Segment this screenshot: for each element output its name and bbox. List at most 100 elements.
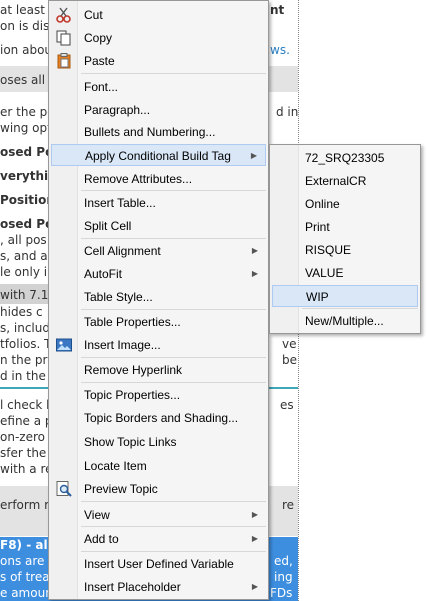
- submenu-arrow-icon: ▶: [251, 534, 258, 543]
- menu-item-copy[interactable]: Copy: [51, 27, 266, 49]
- menu-item-preview-topic[interactable]: Preview Topic: [51, 478, 266, 500]
- submenu-item-label: WIP: [306, 290, 329, 304]
- menu-item-label: Topic Properties...: [84, 388, 181, 402]
- submenu-item-print[interactable]: Print: [272, 216, 418, 238]
- menu-separator: [81, 551, 266, 552]
- submenu-item-wip[interactable]: WIP: [272, 285, 418, 307]
- menu-item-locate-item[interactable]: Locate Item: [51, 455, 266, 477]
- submenu-arrow-icon: ▶: [251, 246, 258, 255]
- menu-item-label: Bullets and Numbering...: [84, 125, 216, 139]
- menu-item-insert-placeholder[interactable]: Insert Placeholder ▶: [51, 576, 266, 598]
- doc-fragment: es: [280, 398, 294, 412]
- doc-fragment: ve: [282, 337, 297, 351]
- menu-separator: [81, 73, 266, 74]
- doc-line: wing opti: [0, 121, 56, 135]
- doc-line: er the po: [0, 105, 55, 119]
- image-icon: [55, 336, 73, 354]
- doc-line: tfolios. T: [0, 337, 52, 351]
- submenu-item-online[interactable]: Online: [272, 193, 418, 215]
- menu-item-label: Split Cell: [84, 219, 132, 233]
- menu-item-autofit[interactable]: AutoFit ▶: [51, 263, 266, 285]
- submenu-arrow-icon: ▶: [251, 510, 258, 519]
- menu-item-bullets-and-numbering[interactable]: Bullets and Numbering...: [51, 121, 266, 143]
- doc-line: , all pos: [0, 233, 47, 247]
- context-menu: Cut Copy Paste Font... Paragraph... Bull…: [48, 0, 269, 600]
- doc-fragment: FDs: [270, 586, 293, 600]
- menu-item-label: Paragraph...: [84, 103, 151, 117]
- submenu-item-risque[interactable]: RISQUE: [272, 239, 418, 261]
- menu-item-label: Copy: [84, 31, 113, 45]
- doc-line: hides c: [0, 305, 43, 319]
- doc-line: s, includi: [0, 321, 54, 335]
- submenu-arrow-icon: ▶: [250, 151, 257, 160]
- menu-item-topic-properties[interactable]: Topic Properties...: [51, 384, 266, 406]
- menu-item-label: AutoFit: [84, 267, 123, 281]
- scissors-icon: [55, 6, 73, 24]
- menu-item-label: Cut: [84, 8, 103, 22]
- doc-line: e amoun: [0, 586, 53, 600]
- copy-icon: [55, 29, 73, 47]
- menu-item-label: Apply Conditional Build Tag: [85, 149, 231, 163]
- menu-separator: [302, 308, 418, 309]
- menu-item-add-to[interactable]: Add to ▶: [51, 528, 266, 550]
- menu-item-label: Locate Item: [84, 459, 147, 473]
- menu-item-split-cell[interactable]: Split Cell: [51, 215, 266, 237]
- submenu-item-label: VALUE: [305, 266, 344, 280]
- menu-item-label: Insert Table...: [84, 196, 156, 210]
- submenu-item-label: Online: [305, 197, 340, 211]
- submenu-item-label: New/Multiple...: [305, 314, 384, 328]
- submenu-item-new-multiple[interactable]: New/Multiple...: [272, 310, 418, 332]
- doc-line: F8) - all: [0, 538, 52, 552]
- menu-item-insert-table[interactable]: Insert Table...: [51, 192, 266, 214]
- menu-item-label: Paste: [84, 54, 115, 68]
- menu-item-paragraph[interactable]: Paragraph...: [51, 99, 266, 121]
- submenu-item-label: RISQUE: [305, 243, 352, 257]
- menu-item-label: Topic Borders and Shading...: [84, 411, 239, 425]
- menu-item-table-style[interactable]: Table Style...: [51, 286, 266, 308]
- submenu-item-label: ExternalCR: [305, 174, 367, 188]
- menu-item-label: Remove Hyperlink: [84, 363, 183, 377]
- menu-item-label: Font...: [84, 80, 119, 94]
- menu-item-font[interactable]: Font...: [51, 76, 266, 98]
- submenu-arrow-icon: ▶: [251, 269, 258, 278]
- submenu-item-label: 72_SRQ23305: [305, 151, 385, 165]
- menu-item-label: Table Properties...: [84, 315, 181, 329]
- menu-item-remove-hyperlink[interactable]: Remove Hyperlink: [51, 359, 266, 381]
- doc-line: efine a p: [0, 414, 53, 428]
- menu-item-topic-borders-and-shading[interactable]: Topic Borders and Shading...: [51, 407, 266, 429]
- menu-item-label: Add to: [84, 532, 119, 546]
- menu-item-table-properties[interactable]: Table Properties...: [51, 311, 266, 333]
- menu-item-paste[interactable]: Paste: [51, 50, 266, 72]
- menu-item-cut[interactable]: Cut: [51, 4, 266, 26]
- menu-item-label: Insert Image...: [84, 338, 161, 352]
- menu-item-view[interactable]: View ▶: [51, 504, 266, 526]
- doc-heading: Position: [0, 193, 55, 207]
- menu-item-label: Cell Alignment: [84, 244, 161, 258]
- submenu-item-label: Print: [305, 220, 330, 234]
- menu-item-label: Preview Topic: [84, 482, 158, 496]
- submenu-item-externalcr[interactable]: ExternalCR: [272, 170, 418, 192]
- menu-separator: [81, 309, 266, 310]
- conditional-build-tag-submenu: 72_SRQ23305 ExternalCR Online Print RISQ…: [269, 144, 421, 334]
- menu-item-insert-image[interactable]: Insert Image...: [51, 334, 266, 356]
- menu-item-show-topic-links[interactable]: Show Topic Links: [51, 431, 266, 453]
- menu-item-label: Insert User Defined Variable: [84, 557, 234, 571]
- menu-separator: [81, 357, 266, 358]
- submenu-item-value[interactable]: VALUE: [272, 262, 418, 284]
- doc-line: s, and all: [0, 249, 55, 263]
- menu-item-label: Insert Placeholder: [84, 580, 181, 594]
- doc-fragment: ing: [274, 570, 293, 584]
- doc-fragment: re: [282, 498, 295, 512]
- doc-line: ion abou: [0, 43, 53, 57]
- submenu-item-72-srq23305[interactable]: 72_SRQ23305: [272, 147, 418, 169]
- menu-separator: [81, 526, 266, 527]
- menu-item-apply-conditional-build-tag[interactable]: Apply Conditional Build Tag ▶: [51, 144, 266, 166]
- doc-fragment: ws.: [270, 43, 290, 57]
- menu-item-label: Show Topic Links: [84, 435, 177, 449]
- doc-fragment: ed,: [274, 554, 293, 568]
- menu-item-cell-alignment[interactable]: Cell Alignment ▶: [51, 240, 266, 262]
- menu-item-remove-attributes[interactable]: Remove Attributes...: [51, 168, 266, 190]
- menu-separator: [81, 190, 266, 191]
- menu-item-insert-user-defined-variable[interactable]: Insert User Defined Variable: [51, 553, 266, 575]
- doc-line: l check b: [0, 398, 54, 412]
